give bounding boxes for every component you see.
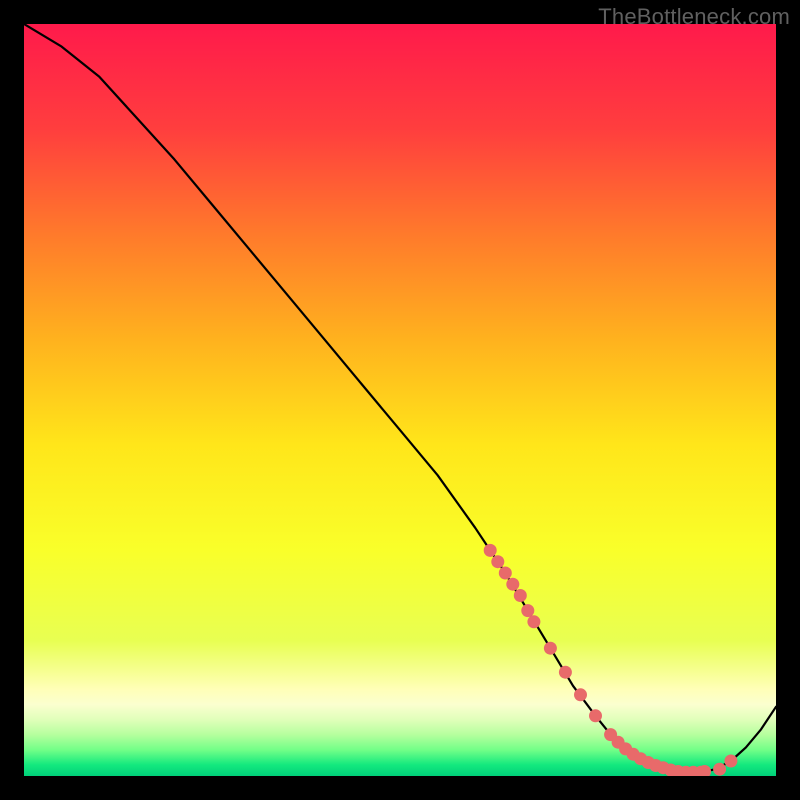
marker-dot [574,688,587,701]
marker-dot [724,755,737,768]
chart-frame: TheBottleneck.com [0,0,800,800]
marker-dot [506,578,519,591]
watermark-text: TheBottleneck.com [598,4,790,30]
gradient-rect [24,24,776,776]
marker-dot [527,615,540,628]
marker-dot [491,555,504,568]
plot-area [24,24,776,776]
marker-dot [514,589,527,602]
marker-dot [484,544,497,557]
marker-dot [544,642,557,655]
marker-dot [559,666,572,679]
chart-svg [24,24,776,776]
marker-dot [499,567,512,580]
marker-dot [589,709,602,722]
marker-dot [713,763,726,776]
marker-dot [521,604,534,617]
